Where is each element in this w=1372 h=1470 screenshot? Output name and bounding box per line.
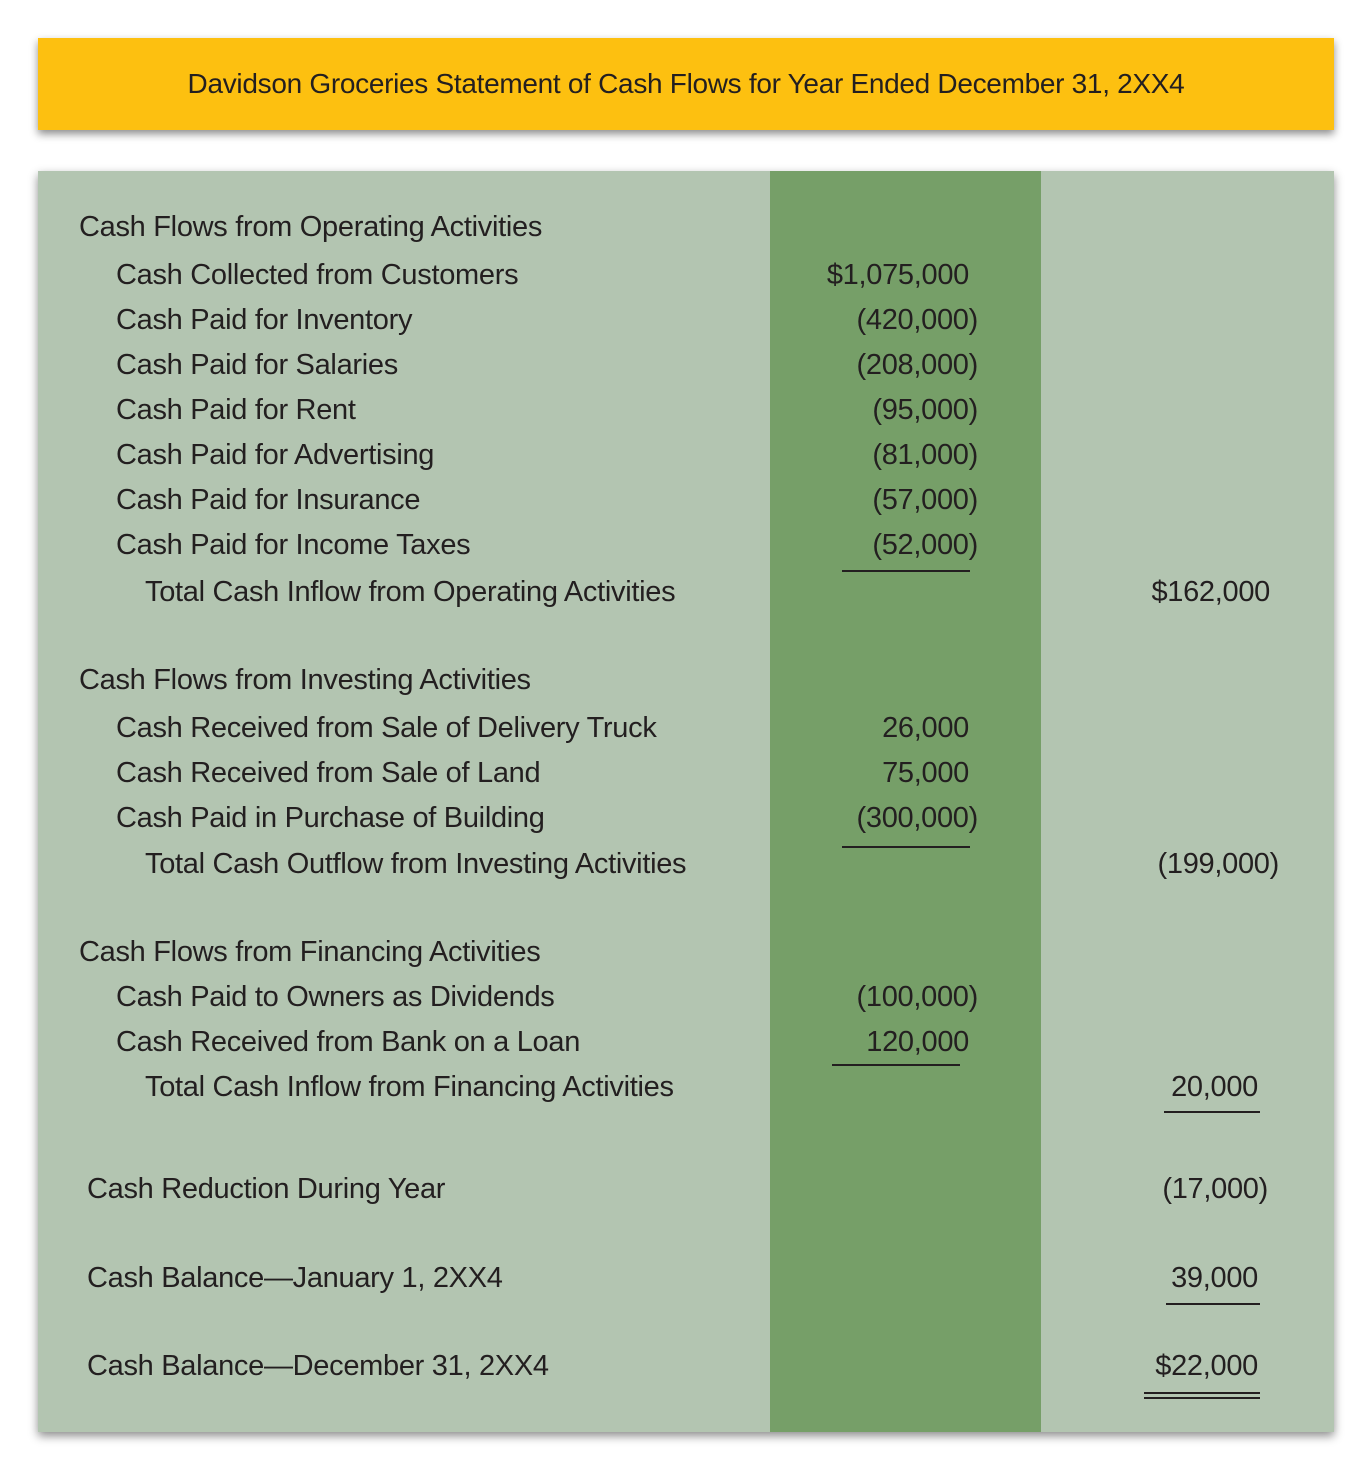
summary-label: Cash Reduction During Year bbox=[87, 1173, 446, 1205]
line-item-label: Cash Received from Sale of Land bbox=[116, 757, 541, 789]
line-item-label: Cash Paid for Salaries bbox=[116, 349, 398, 381]
section-total-investing: Total Cash Outflow from Investing Activi… bbox=[38, 848, 1334, 888]
section-total-amount: 20,000 bbox=[1171, 1071, 1258, 1103]
line-item-amount: (57,000) bbox=[872, 484, 978, 516]
summary-amount: $22,000 bbox=[1155, 1350, 1258, 1382]
summary-label: Cash Balance—December 31, 2XX4 bbox=[87, 1350, 549, 1382]
section-total-amount: (199,000) bbox=[1157, 848, 1280, 880]
line-item-amount: (52,000) bbox=[872, 529, 978, 561]
summary-amount: 39,000 bbox=[1171, 1262, 1258, 1294]
line-item-amount: (300,000) bbox=[856, 802, 979, 834]
line-item: Cash Received from Sale of Land 75,000 bbox=[38, 757, 1334, 797]
section-heading-operating: Cash Flows from Operating Activities bbox=[38, 211, 1334, 251]
line-item-label: Cash Paid for Rent bbox=[116, 394, 356, 426]
section-total-amount: $162,000 bbox=[1151, 576, 1270, 608]
section-total-operating: Total Cash Inflow from Operating Activit… bbox=[38, 576, 1334, 616]
section-heading-label: Cash Flows from Investing Activities bbox=[79, 664, 531, 696]
line-item-amount: (95,000) bbox=[872, 394, 978, 426]
statement-panel: Cash Flows from Operating Activities Cas… bbox=[38, 171, 1334, 1432]
section-heading-investing: Cash Flows from Investing Activities bbox=[38, 664, 1334, 704]
subtotal-underline bbox=[832, 1064, 960, 1066]
total-underline bbox=[1166, 1303, 1260, 1305]
line-item: Cash Received from Sale of Delivery Truc… bbox=[38, 712, 1334, 752]
line-item-amount: 26,000 bbox=[882, 712, 969, 744]
title-bar: Davidson Groceries Statement of Cash Flo… bbox=[38, 38, 1334, 130]
line-item: Cash Paid for Income Taxes (52,000) bbox=[38, 529, 1334, 569]
line-item-amount: $1,075,000 bbox=[826, 259, 969, 291]
line-item: Cash Collected from Customers $1,075,000 bbox=[38, 259, 1334, 299]
subtotal-underline bbox=[842, 570, 970, 572]
summary-amount: (17,000) bbox=[1162, 1173, 1268, 1205]
line-item-label: Cash Received from Sale of Delivery Truc… bbox=[116, 712, 657, 744]
line-item-amount: (420,000) bbox=[856, 304, 979, 336]
summary-row: Cash Reduction During Year (17,000) bbox=[38, 1173, 1334, 1213]
line-item-amount: (208,000) bbox=[856, 349, 979, 381]
line-item: Cash Paid for Advertising (81,000) bbox=[38, 439, 1334, 479]
line-item: Cash Paid in Purchase of Building (300,0… bbox=[38, 802, 1334, 842]
statement-title: Davidson Groceries Statement of Cash Flo… bbox=[187, 68, 1185, 99]
summary-label: Cash Balance—January 1, 2XX4 bbox=[87, 1262, 503, 1294]
section-total-label: Total Cash Inflow from Operating Activit… bbox=[145, 576, 676, 608]
line-item-label: Cash Paid for Insurance bbox=[116, 484, 421, 516]
line-item: Cash Paid for Insurance (57,000) bbox=[38, 484, 1334, 524]
total-underline bbox=[1164, 1111, 1260, 1113]
section-heading-label: Cash Flows from Operating Activities bbox=[79, 211, 543, 243]
section-heading-label: Cash Flows from Financing Activities bbox=[79, 936, 541, 968]
line-item: Cash Paid for Salaries (208,000) bbox=[38, 349, 1334, 389]
line-item-label: Cash Received from Bank on a Loan bbox=[116, 1026, 581, 1058]
section-total-label: Total Cash Inflow from Financing Activit… bbox=[145, 1071, 674, 1103]
section-total-financing: Total Cash Inflow from Financing Activit… bbox=[38, 1071, 1334, 1111]
line-item-label: Cash Paid for Advertising bbox=[116, 439, 435, 471]
line-item-label: Cash Paid to Owners as Dividends bbox=[116, 981, 555, 1013]
final-double-underline bbox=[1144, 1392, 1260, 1399]
line-item-label: Cash Paid for Income Taxes bbox=[116, 529, 471, 561]
summary-row: Cash Balance—December 31, 2XX4 $22,000 bbox=[38, 1350, 1334, 1390]
line-item-label: Cash Paid for Inventory bbox=[116, 304, 413, 336]
line-item-amount: 75,000 bbox=[882, 757, 969, 789]
summary-row: Cash Balance—January 1, 2XX4 39,000 bbox=[38, 1262, 1334, 1302]
line-item: Cash Paid for Rent (95,000) bbox=[38, 394, 1334, 434]
line-item-amount: 120,000 bbox=[866, 1026, 969, 1058]
line-item-amount: (100,000) bbox=[856, 981, 979, 1013]
line-item: Cash Paid for Inventory (420,000) bbox=[38, 304, 1334, 344]
section-heading-financing: Cash Flows from Financing Activities bbox=[38, 936, 1334, 976]
line-item: Cash Received from Bank on a Loan 120,00… bbox=[38, 1026, 1334, 1066]
line-item-label: Cash Paid in Purchase of Building bbox=[116, 802, 545, 834]
line-item: Cash Paid to Owners as Dividends (100,00… bbox=[38, 981, 1334, 1021]
section-total-label: Total Cash Outflow from Investing Activi… bbox=[145, 848, 687, 880]
line-item-amount: (81,000) bbox=[872, 439, 978, 471]
line-item-label: Cash Collected from Customers bbox=[116, 259, 519, 291]
